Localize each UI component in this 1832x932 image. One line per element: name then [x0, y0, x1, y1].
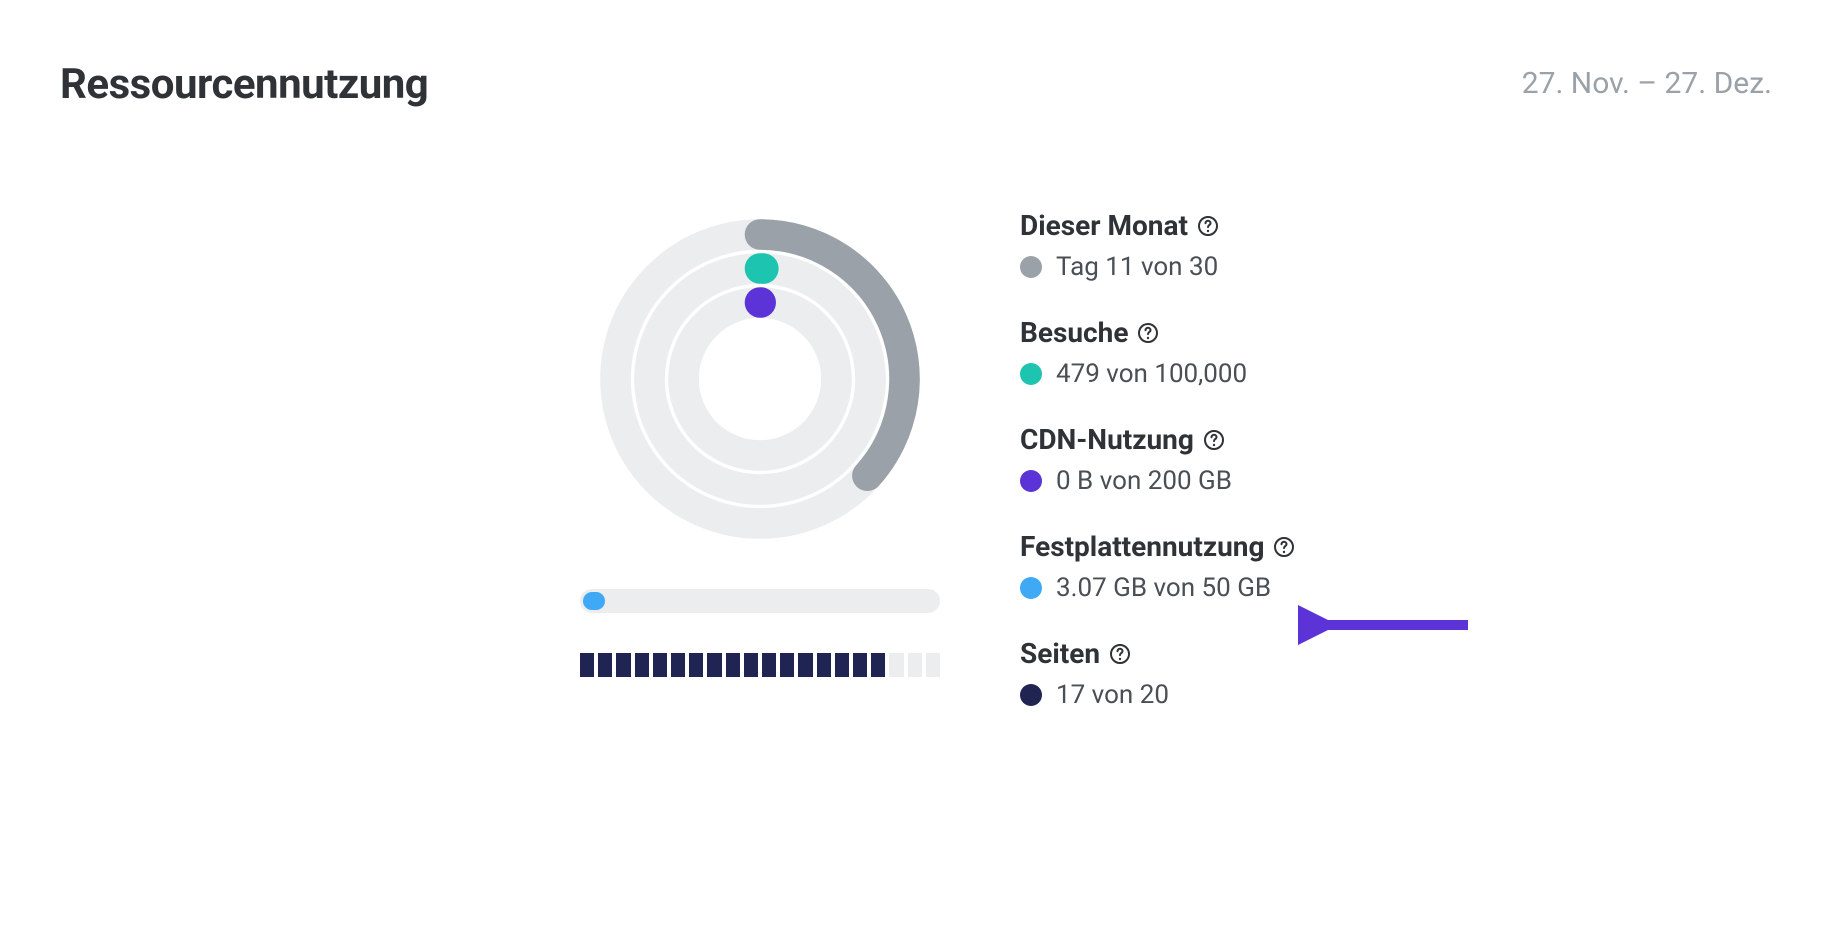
legend-dot-month — [1020, 256, 1042, 278]
disk-usage-fill — [583, 592, 605, 610]
page-block — [889, 653, 903, 677]
radial-chart — [590, 209, 930, 549]
legend-item-visits: Besuche 479 von 100,000 — [1020, 316, 1296, 389]
page-block — [671, 653, 685, 677]
page-block — [780, 653, 794, 677]
legend: Dieser Monat Tag 11 von 30 — [1020, 209, 1296, 744]
page-block — [616, 653, 630, 677]
page-title: Ressourcennutzung — [60, 60, 428, 109]
page-block — [835, 653, 849, 677]
page-block — [744, 653, 758, 677]
page-block — [926, 653, 940, 677]
help-icon[interactable] — [1136, 321, 1160, 345]
help-icon[interactable] — [1108, 642, 1132, 666]
page-block — [798, 653, 812, 677]
content: Dieser Monat Tag 11 von 30 — [60, 209, 1772, 744]
legend-value-cdn: 0 B von 200 GB — [1056, 466, 1232, 496]
page-block — [908, 653, 922, 677]
header: Ressourcennutzung 27. Nov. – 27. Dez. — [60, 60, 1772, 109]
help-icon[interactable] — [1202, 428, 1226, 452]
legend-dot-pages — [1020, 684, 1042, 706]
legend-dot-disk — [1020, 577, 1042, 599]
pages-blocks — [580, 653, 940, 677]
page-block — [853, 653, 867, 677]
legend-value-pages: 17 von 20 — [1056, 680, 1169, 710]
disk-usage-bar — [580, 589, 940, 613]
legend-title-pages: Seiten — [1020, 637, 1100, 670]
page-block — [598, 653, 612, 677]
page-block — [580, 653, 594, 677]
page-block — [653, 653, 667, 677]
legend-title-cdn: CDN-Nutzung — [1020, 423, 1194, 456]
page-block — [689, 653, 703, 677]
help-icon[interactable] — [1196, 214, 1220, 238]
legend-title-disk: Festplattennutzung — [1020, 530, 1264, 563]
legend-value-disk: 3.07 GB von 50 GB — [1056, 573, 1271, 603]
legend-dot-cdn — [1020, 470, 1042, 492]
page-block — [726, 653, 740, 677]
page-block — [817, 653, 831, 677]
legend-value-month: Tag 11 von 30 — [1056, 252, 1218, 282]
charts-column — [560, 209, 960, 744]
annotation-arrow-icon — [1298, 600, 1478, 650]
date-range: 27. Nov. – 27. Dez. — [1522, 60, 1772, 101]
legend-item-pages: Seiten 17 von 20 — [1020, 637, 1296, 710]
page-block — [635, 653, 649, 677]
legend-item-disk: Festplattennutzung 3.07 GB von 50 GB — [1020, 530, 1296, 603]
help-icon[interactable] — [1272, 535, 1296, 559]
legend-item-cdn: CDN-Nutzung 0 B von 200 GB — [1020, 423, 1296, 496]
page-block — [707, 653, 721, 677]
legend-dot-visits — [1020, 363, 1042, 385]
legend-value-visits: 479 von 100,000 — [1056, 359, 1247, 389]
page-block — [762, 653, 776, 677]
legend-item-month: Dieser Monat Tag 11 von 30 — [1020, 209, 1296, 282]
legend-title-month: Dieser Monat — [1020, 209, 1188, 242]
page-block — [871, 653, 885, 677]
legend-title-visits: Besuche — [1020, 316, 1128, 349]
